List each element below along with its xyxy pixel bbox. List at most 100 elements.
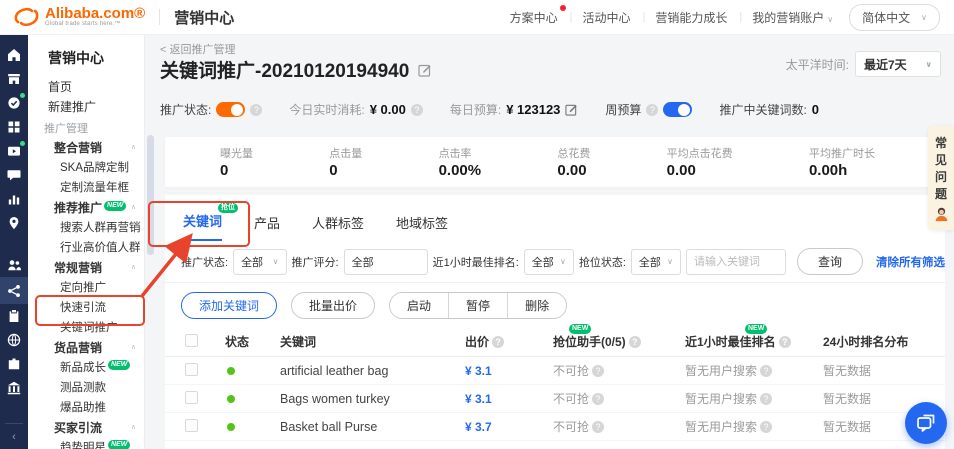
sidebar-item[interactable]: 新建推广 xyxy=(28,97,144,117)
scrollbar-thumb[interactable] xyxy=(147,135,154,255)
help-icon[interactable]: ? xyxy=(629,336,641,348)
help-icon[interactable]: ? xyxy=(411,104,423,116)
keyword-cell: artificial leather bag xyxy=(280,364,465,378)
bid-cell[interactable]: ¥ 3.7 xyxy=(465,420,553,434)
new-badge: NEW xyxy=(108,440,130,449)
table-row[interactable]: Basket ball Purse¥ 3.7不可抢?暂无用户搜索?暂无数据 xyxy=(165,413,945,441)
help-icon[interactable]: ? xyxy=(760,393,772,405)
help-icon[interactable]: ? xyxy=(760,421,772,433)
chevron-down-icon: ∨ xyxy=(921,13,927,22)
rail-video-icon[interactable] xyxy=(0,139,28,163)
sidebar-item[interactable]: 定制流量年框 xyxy=(28,178,144,198)
help-icon[interactable]: ? xyxy=(592,421,604,433)
rail-briefcase-icon[interactable] xyxy=(0,352,28,376)
rail-share-icon[interactable] xyxy=(0,277,28,304)
sidebar-item[interactable]: 快速引流 xyxy=(28,298,144,318)
chevron-up-icon[interactable]: ∧ xyxy=(131,138,136,158)
delete-button[interactable]: 删除 xyxy=(507,293,566,318)
sidebar-item[interactable]: 爆品助推 xyxy=(28,398,144,418)
rail-users-icon[interactable] xyxy=(0,253,28,277)
help-icon[interactable]: ? xyxy=(760,365,772,377)
chevron-up-icon[interactable]: ∧ xyxy=(131,258,136,278)
search-button[interactable]: 查询 xyxy=(797,248,863,275)
bid-cell[interactable]: ¥ 3.1 xyxy=(465,392,553,406)
promo-status-filter[interactable]: 全部 ∨ xyxy=(233,249,286,275)
chevron-up-icon[interactable]: ∧ xyxy=(131,418,136,438)
help-icon[interactable]: ? xyxy=(779,336,791,348)
row-checkbox[interactable] xyxy=(185,363,198,376)
chevron-down-icon: ∨ xyxy=(560,257,566,266)
rail-grid-icon[interactable] xyxy=(0,115,28,139)
table-row[interactable]: artificial leather bag¥ 3.1不可抢?暂无用户搜索?暂无… xyxy=(165,357,945,385)
date-range-select[interactable]: 最近7天 ∨ xyxy=(855,51,941,77)
table-row[interactable]: Bags women turkey¥ 3.1不可抢?暂无用户搜索?暂无数据 xyxy=(165,385,945,413)
sidebar-item[interactable]: 推荐推广NEW∧ xyxy=(28,198,144,218)
help-icon[interactable]: ? xyxy=(592,393,604,405)
rail-storefront-icon[interactable] xyxy=(0,67,28,91)
rail-home-icon[interactable] xyxy=(0,43,28,67)
rail-bank-icon[interactable] xyxy=(0,376,28,400)
rail-bar-chart-icon[interactable] xyxy=(0,187,28,211)
row-checkbox[interactable] xyxy=(185,419,198,432)
language-selector[interactable]: 简体中文 ∨ xyxy=(849,4,940,31)
column-header-label: 近1小时最佳排名 xyxy=(685,333,776,350)
chevron-up-icon[interactable]: ∧ xyxy=(131,338,136,358)
topnav-item[interactable]: 我的营销账户∨ xyxy=(752,9,835,26)
keyword-search-input[interactable] xyxy=(686,249,786,275)
chevron-up-icon[interactable]: ∧ xyxy=(131,198,136,218)
sidebar-item[interactable]: 买家引流∧ xyxy=(28,418,144,438)
topnav-item[interactable]: 方案中心 xyxy=(510,9,560,26)
sidebar-item[interactable]: 常规营销∧ xyxy=(28,258,144,278)
chat-button[interactable] xyxy=(905,402,947,444)
best-rank-filter[interactable]: 全部 ∨ xyxy=(524,249,574,275)
bulk-bid-button[interactable]: 批量出价 xyxy=(291,292,375,319)
sidebar-item[interactable]: 测品测款 xyxy=(28,378,144,398)
rail-globe-icon[interactable] xyxy=(0,328,28,352)
grab-status-filter[interactable]: 全部 ∨ xyxy=(631,249,681,275)
clear-filters-link[interactable]: 清除所有筛选 xyxy=(876,254,945,270)
start-button[interactable]: 启动 xyxy=(390,293,448,318)
topnav-item[interactable]: 营销能力成长 xyxy=(655,9,729,26)
sidebar-item[interactable]: 行业高价值人群 xyxy=(28,238,144,258)
tab-item[interactable]: 地域标签 xyxy=(396,213,448,241)
sidebar-item[interactable]: 货品营销∧ xyxy=(28,338,144,358)
rail-badge-check-icon[interactable] xyxy=(0,91,28,115)
sidebar-item[interactable]: 定向推广 xyxy=(28,278,144,298)
sidebar-item[interactable]: 首页 xyxy=(28,77,144,97)
pause-button[interactable]: 暂停 xyxy=(448,293,507,318)
app-title: 营销中心 xyxy=(174,7,234,28)
rail-chat-icon[interactable] xyxy=(0,163,28,187)
stat-metric: 总花费0.00 xyxy=(557,145,590,179)
help-icon[interactable]: ? xyxy=(250,104,262,116)
sidebar-item[interactable]: 新品成长NEW xyxy=(28,358,144,378)
row-checkbox[interactable] xyxy=(185,391,198,404)
promo-status-toggle[interactable] xyxy=(216,102,245,117)
status-dot-active xyxy=(227,395,235,403)
tab-item[interactable]: 人群标签 xyxy=(312,213,364,241)
select-all-checkbox[interactable] xyxy=(185,334,198,347)
bid-cell[interactable]: ¥ 3.1 xyxy=(465,364,553,378)
sidebar-item-keyword-promotion[interactable]: 关键词推广 xyxy=(28,318,144,338)
edit-icon[interactable] xyxy=(418,63,432,77)
promo-score-filter[interactable] xyxy=(344,249,428,275)
help-icon[interactable]: ? xyxy=(492,336,504,348)
help-icon[interactable]: ? xyxy=(646,104,658,116)
rail-clipboard-icon[interactable] xyxy=(0,304,28,328)
faq-side-tab[interactable]: 常见问题 xyxy=(928,126,954,230)
add-keyword-button[interactable]: 添加关键词 xyxy=(181,292,277,319)
breadcrumb[interactable]: < 返回推广管理 xyxy=(160,41,235,57)
tab-item[interactable]: 产品 xyxy=(254,213,280,241)
sidebar-item[interactable]: SKA品牌定制 xyxy=(28,158,144,178)
best-rank-cell: 暂无用户搜索? xyxy=(685,418,823,435)
help-icon[interactable]: ? xyxy=(592,365,604,377)
tab-keywords-active[interactable]: 关键词抢位 xyxy=(183,211,222,241)
sidebar-item[interactable]: 搜索人群再营销 xyxy=(28,218,144,238)
collapse-rail-button[interactable]: ‹ xyxy=(5,423,23,443)
topnav-item[interactable]: 活动中心 xyxy=(583,9,633,26)
sidebar-item[interactable]: 趋势明星NEW xyxy=(28,438,144,449)
sidebar-item[interactable]: 整合营销∧ xyxy=(28,138,144,158)
week-budget-toggle[interactable] xyxy=(663,102,692,117)
rail-location-pin-icon[interactable] xyxy=(0,211,28,235)
alibaba-logo[interactable]: Alibaba.com® Global trade starts here.™ xyxy=(14,6,145,28)
edit-icon[interactable] xyxy=(565,103,578,116)
